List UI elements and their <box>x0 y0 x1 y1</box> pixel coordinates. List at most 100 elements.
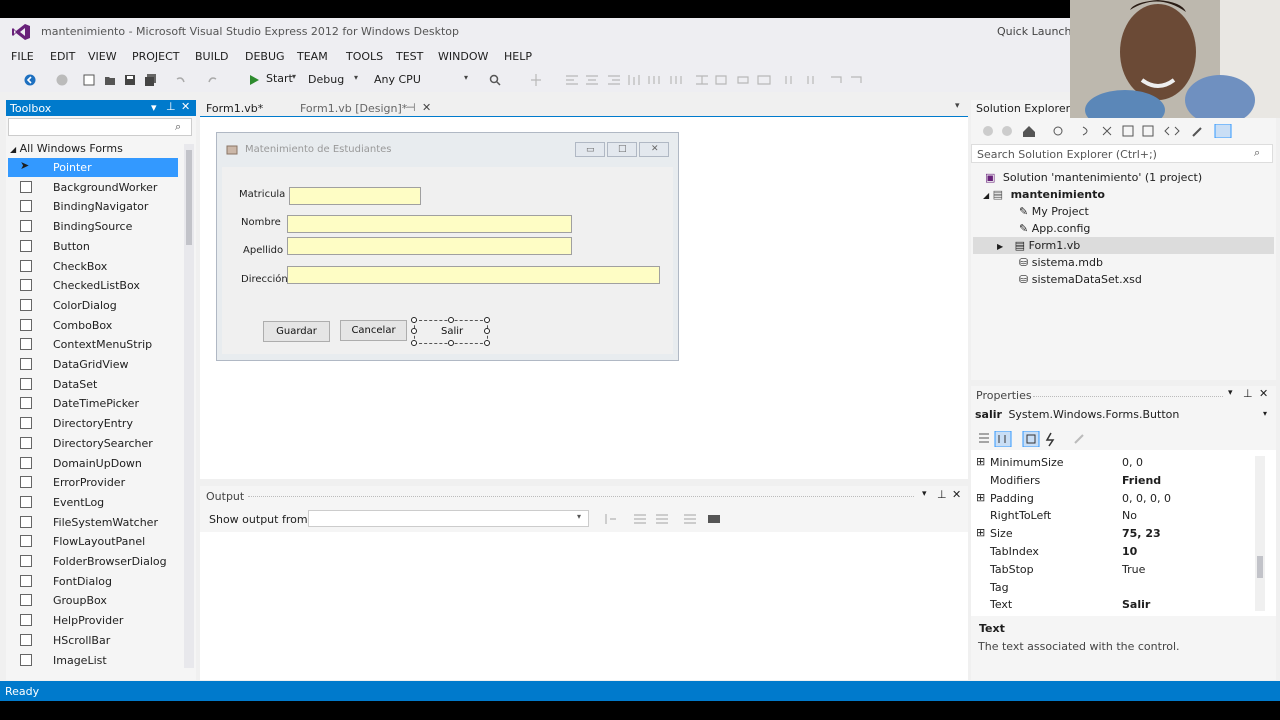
resize-handle[interactable] <box>484 340 490 346</box>
property-value[interactable]: No <box>1122 509 1137 522</box>
menu-test[interactable]: TEST <box>396 50 423 63</box>
toolbox-item[interactable]: ColorDialog <box>8 296 178 315</box>
resize-handle[interactable] <box>411 317 417 323</box>
menu-view[interactable]: VIEW <box>88 50 117 63</box>
toolbox-item[interactable]: ComboBox <box>8 316 178 335</box>
output-source-dropdown[interactable]: ▾ <box>308 510 589 527</box>
solution-search-input[interactable]: Search Solution Explorer (Ctrl+;) ⌕ <box>971 144 1273 163</box>
tree-my-project[interactable]: ✎ My Project <box>1019 205 1089 218</box>
forward-icon[interactable] <box>56 74 68 86</box>
tab-form1-code[interactable]: Form1.vb* <box>200 100 292 116</box>
close-icon[interactable]: ✕ <box>422 101 431 114</box>
tab-form1-design[interactable]: Form1.vb [Design]* ⊣ ✕ <box>294 100 440 116</box>
menu-help[interactable]: HELP <box>504 50 532 63</box>
property-value[interactable]: 75, 23 <box>1122 527 1161 540</box>
toolbox-item[interactable]: DomainUpDown <box>8 454 178 473</box>
layout-align-icons[interactable] <box>526 74 876 86</box>
dropdown-arrow-icon[interactable]: ▾ <box>151 101 157 114</box>
back-icon[interactable] <box>24 74 36 86</box>
solution-config-dropdown[interactable]: Debug ▾ <box>304 72 364 88</box>
quick-launch[interactable]: Quick Launch <box>997 25 1071 38</box>
pin-icon[interactable]: ⊣ <box>406 101 416 114</box>
textbox-apellido[interactable] <box>287 237 572 255</box>
pin-icon[interactable]: ⊥ <box>937 488 947 501</box>
toolbox-group-header[interactable]: ◢ All Windows Forms <box>10 142 123 155</box>
expand-plus-icon[interactable]: ⊞ <box>976 526 985 539</box>
properties-toolbar[interactable] <box>977 431 1097 447</box>
resize-handle[interactable] <box>448 317 454 323</box>
solution-explorer-toolbar[interactable] <box>983 124 1243 138</box>
property-value[interactable]: True <box>1122 563 1145 576</box>
toolbox-item[interactable]: ErrorProvider <box>8 473 178 492</box>
pin-icon[interactable]: ⊥ <box>1243 387 1253 400</box>
output-text-area[interactable] <box>200 532 968 680</box>
save-icon[interactable] <box>124 74 136 86</box>
toolbox-item[interactable]: ➤ Pointer <box>8 158 178 177</box>
textbox-matricula[interactable] <box>289 187 421 205</box>
maximize-button[interactable]: □ <box>607 142 637 157</box>
close-button[interactable]: ✕ <box>639 142 669 157</box>
close-icon[interactable]: ✕ <box>1259 387 1268 400</box>
toolbox-item[interactable]: DataSet <box>8 375 178 394</box>
property-row[interactable]: ⊞ Padding 0, 0, 0, 0 <box>976 490 1272 508</box>
menu-team[interactable]: TEAM <box>297 50 328 63</box>
toolbox-item[interactable]: BackgroundWorker <box>8 178 178 197</box>
guardar-button[interactable]: Guardar <box>263 321 330 342</box>
tree-dataset[interactable]: ⛁ sistemaDataSet.xsd <box>1019 273 1142 286</box>
toolbox-item[interactable]: FlowLayoutPanel <box>8 532 178 551</box>
property-value[interactable]: Salir <box>1122 598 1150 611</box>
resize-handle[interactable] <box>484 328 490 334</box>
toolbox-item[interactable]: CheckBox <box>8 257 178 276</box>
pin-icon[interactable]: ⊥ <box>166 100 176 113</box>
toolbox-item[interactable]: BindingSource <box>8 217 178 236</box>
toolbox-item[interactable]: GroupBox <box>8 591 178 610</box>
expand-plus-icon[interactable]: ⊞ <box>976 491 985 504</box>
tree-solution[interactable]: ▣ Solution 'mantenimiento' (1 project) <box>985 171 1202 184</box>
toolbox-item[interactable]: HelpProvider <box>8 611 178 630</box>
undo-icon[interactable] <box>174 74 186 86</box>
menu-tools[interactable]: TOOLS <box>346 50 383 63</box>
toolbox-item[interactable]: ImageList <box>8 651 178 670</box>
property-row[interactable]: TabIndex 10 <box>976 543 1272 561</box>
resize-handle[interactable] <box>411 340 417 346</box>
toolbox-item[interactable]: Button <box>8 237 178 256</box>
start-dropdown-icon[interactable]: ▾ <box>292 72 296 81</box>
toolbox-scrollbar[interactable] <box>184 144 194 668</box>
menu-window[interactable]: WINDOW <box>438 50 488 63</box>
toolbox-item[interactable]: HScrollBar <box>8 631 178 650</box>
property-row[interactable]: ⊞ Size 75, 23 <box>976 525 1272 543</box>
tree-sistema-mdb[interactable]: ⛁ sistema.mdb <box>1019 256 1103 269</box>
start-debug-icon[interactable] <box>248 74 260 86</box>
property-row[interactable]: TabStop True <box>976 561 1272 579</box>
toolbox-item[interactable]: DataGridView <box>8 355 178 374</box>
open-file-icon[interactable] <box>104 74 116 86</box>
minimize-button[interactable]: ▭ <box>575 142 605 157</box>
search-icon[interactable]: ⌕ <box>175 120 181 134</box>
property-row[interactable]: RightToLeft No <box>976 507 1272 525</box>
textbox-nombre[interactable] <box>287 215 572 233</box>
property-value[interactable]: 0, 0 <box>1122 456 1143 469</box>
close-icon[interactable]: ✕ <box>952 488 961 501</box>
tree-form1[interactable]: ▶ ▤ Form1.vb <box>997 239 1080 252</box>
property-row[interactable]: Modifiers Friend <box>976 472 1272 490</box>
resize-handle[interactable] <box>411 328 417 334</box>
tab-overflow-icon[interactable]: ▾ <box>955 101 960 111</box>
toolbox-item[interactable]: DateTimePicker <box>8 394 178 413</box>
dropdown-arrow-icon[interactable]: ▾ <box>922 489 927 499</box>
resize-handle[interactable] <box>448 340 454 346</box>
save-all-icon[interactable] <box>145 74 157 86</box>
tree-project[interactable]: ◢ ▤ mantenimiento <box>983 188 1105 201</box>
toolbox-item[interactable]: EventLog <box>8 493 178 512</box>
toolbox-header[interactable]: Toolbox ▾ ⊥ ✕ <box>6 100 196 116</box>
property-row[interactable]: Tag <box>976 579 1272 597</box>
toolbox-item[interactable]: BindingNavigator <box>8 197 178 216</box>
toolbox-item[interactable]: FolderBrowserDialog <box>8 552 178 571</box>
redo-icon[interactable] <box>207 74 219 86</box>
toolbox-item[interactable]: DirectorySearcher <box>8 434 178 453</box>
toolbox-item[interactable]: FileSystemWatcher <box>8 513 178 532</box>
property-value[interactable]: 10 <box>1122 545 1137 558</box>
property-value[interactable]: Friend <box>1122 474 1161 487</box>
property-row[interactable]: Text Salir <box>976 596 1272 614</box>
new-project-icon[interactable] <box>83 74 95 86</box>
textbox-direccion[interactable] <box>287 266 660 284</box>
